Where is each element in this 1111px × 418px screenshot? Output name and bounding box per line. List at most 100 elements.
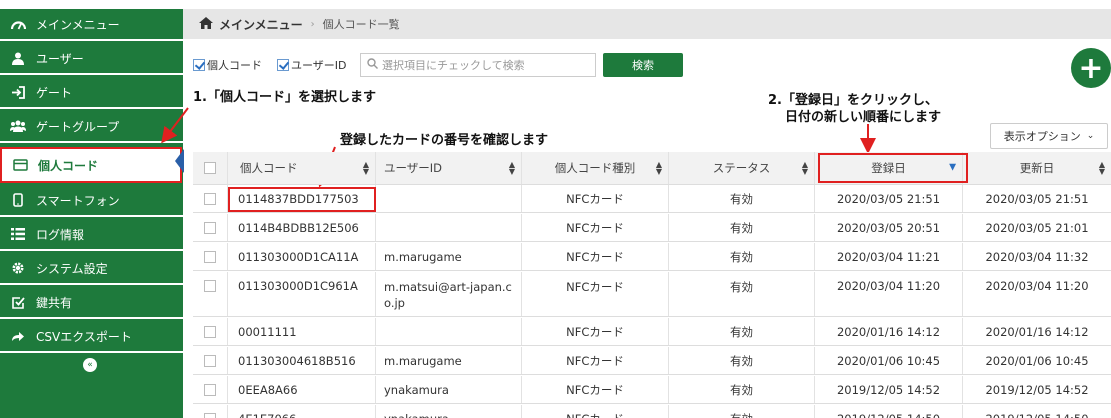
cell-user: m.matsui@art-japan.c o.jp [376, 272, 522, 316]
cell-user: ynakamura [376, 405, 522, 418]
cell-text: NFCカード [566, 324, 624, 339]
table-row[interactable]: 0114B4BDBB12E506 NFCカード 有効 2020/03/05 20:51… [193, 214, 1111, 242]
cell-registered: 2020/03/05 21:51 [815, 185, 963, 212]
cell-text: 2019/12/05 14:52 [836, 382, 941, 397]
cell-updated: 2020/01/06 10:45 [963, 347, 1111, 374]
row-select-cell [193, 405, 228, 418]
cell-registered: 2020/03/04 11:20 [815, 272, 963, 316]
cell-text: o.jp [384, 296, 405, 310]
header-personal-code[interactable]: 個人コード ▲ ▼ [228, 152, 376, 184]
cell-updated: 2020/03/04 11:20 [963, 272, 1111, 316]
cell-user [376, 185, 522, 212]
cell-code: 011303000D1CA11A [228, 243, 376, 270]
cell-text: 2020/03/05 20:51 [836, 220, 941, 235]
cell-text: 2020/03/04 11:20 [985, 279, 1089, 293]
cell-status: 有効 [669, 405, 815, 418]
cell-text: 有効 [730, 353, 753, 368]
cell-code: 0114B4BDBB12E506 [228, 214, 376, 241]
cell-type: NFCカード [522, 185, 669, 212]
cell-text: 2020/01/16 14:12 [836, 324, 941, 339]
cell-type: NFCカード [522, 272, 669, 316]
table-row[interactable]: 00011111 NFCカード 有効 2020/01/16 14:12 2020/01/… [193, 318, 1111, 346]
cell-text: 0EEA8A66 [238, 382, 298, 397]
table-row[interactable]: 011303000D1C961A m.matsui@art-japan.c o.jp… [193, 272, 1111, 317]
row-checkbox[interactable] [204, 250, 216, 263]
highlight-code-cell [228, 187, 376, 212]
cell-text: NFCカード [566, 382, 624, 397]
cell-registered: 2020/01/06 10:45 [815, 347, 963, 374]
cell-text: ynakamura [384, 382, 449, 397]
row-select-cell [193, 318, 228, 345]
cell-registered: 2019/12/05 14:52 [815, 376, 963, 403]
cell-registered: 2020/03/05 20:51 [815, 214, 963, 241]
row-select-cell [193, 214, 228, 241]
cell-text: 有効 [730, 249, 753, 264]
header-user-id[interactable]: ユーザーID ▲ ▼ [376, 152, 522, 184]
cell-type: NFCカード [522, 214, 669, 241]
cell-status: 有効 [669, 376, 815, 403]
cell-updated: 2020/03/05 21:01 [963, 214, 1111, 241]
row-checkbox[interactable] [204, 412, 216, 418]
cell-updated: 2019/12/05 14:52 [963, 376, 1111, 403]
cell-text: 2020/03/04 11:21 [836, 249, 941, 264]
cell-text: m.matsui@art-japan.c [384, 280, 512, 294]
cell-user [376, 214, 522, 241]
sort-icon: ▲ ▼ [655, 160, 662, 176]
row-select-cell [193, 347, 228, 374]
row-checkbox[interactable] [204, 192, 216, 205]
cell-code: 00011111 [228, 318, 376, 345]
header-code-type[interactable]: 個人コード種別 ▲ ▼ [522, 152, 669, 184]
cell-text: 2020/01/16 14:12 [985, 324, 1089, 339]
row-select-cell [193, 243, 228, 270]
sort-icon: ▲ ▼ [508, 160, 515, 176]
cell-text: NFCカード [566, 220, 624, 235]
sort-icon: ▲ ▼ [801, 160, 808, 176]
header-updated-date[interactable]: 更新日 ▲ ▼ [963, 152, 1111, 184]
cell-status: 有効 [669, 318, 815, 345]
cell-text: NFCカード [566, 249, 624, 264]
cell-text: 011303000D1C961A [238, 279, 358, 293]
sort-icon: ▲ ▼ [362, 160, 369, 176]
cell-text: NFCカード [566, 353, 624, 368]
cell-text: 011303000D1CA11A [238, 249, 359, 264]
cell-user: ynakamura [376, 376, 522, 403]
cell-text: 0114B4BDBB12E506 [238, 220, 359, 235]
cell-user: m.marugame [376, 243, 522, 270]
cell-text: NFCカード [566, 191, 624, 206]
cell-text: 2020/03/05 21:51 [836, 191, 941, 206]
row-checkbox[interactable] [204, 354, 216, 367]
header-status[interactable]: ステータス ▲ ▼ [669, 152, 815, 184]
cell-updated: 2019/12/05 14:50 [963, 405, 1111, 418]
table-row[interactable]: 011303000D1CA11A m.marugame NFCカード 有効 2020/0… [193, 243, 1111, 271]
cell-code: 011303004618B516 [228, 347, 376, 374]
table-row[interactable]: 4E1E7066 ynakamura NFCカード 有効 2019/12/05 14:5… [193, 405, 1111, 418]
cell-text: 2019/12/05 14:50 [985, 412, 1088, 418]
row-checkbox[interactable] [204, 221, 216, 234]
cell-text: NFCカード [566, 411, 624, 418]
cell-text: m.marugame [384, 249, 462, 264]
cell-text: 有効 [730, 382, 753, 397]
row-select-cell [193, 185, 228, 212]
table-row[interactable]: 011303004618B516 m.marugame NFCカード 有効 2020/0… [193, 347, 1111, 375]
cell-text: 有効 [730, 411, 753, 418]
cell-updated: 2020/01/16 14:12 [963, 318, 1111, 345]
cell-text: 有効 [730, 324, 753, 339]
header-select-all[interactable] [193, 152, 228, 184]
cell-text: 2020/01/06 10:45 [836, 353, 941, 368]
cell-text: NFCカード [566, 280, 624, 294]
table-header-row: 個人コード ▲ ▼ ユーザーID ▲ ▼ 個人コード種別 ▲ ▼ ステータス ▲ ▼ 登録日 ▼ … [193, 152, 1111, 185]
cell-registered: 2020/01/16 14:12 [815, 318, 963, 345]
row-checkbox[interactable] [204, 325, 216, 338]
cell-text: 2019/12/05 14:52 [985, 382, 1089, 397]
row-checkbox[interactable] [204, 383, 216, 396]
row-checkbox[interactable] [204, 280, 216, 292]
highlight-registered-header [818, 153, 968, 183]
cell-status: 有効 [669, 272, 815, 316]
table-row[interactable]: 0EEA8A66 ynakamura NFCカード 有効 2019/12/05 14:5… [193, 376, 1111, 404]
cell-registered: 2019/12/05 14:50 [815, 405, 963, 418]
cell-text: 有効 [730, 280, 753, 294]
cell-text: 2020/03/04 11:20 [836, 279, 941, 293]
cell-text: 有効 [730, 220, 753, 235]
select-all-checkbox[interactable] [204, 162, 216, 174]
cell-user [376, 318, 522, 345]
